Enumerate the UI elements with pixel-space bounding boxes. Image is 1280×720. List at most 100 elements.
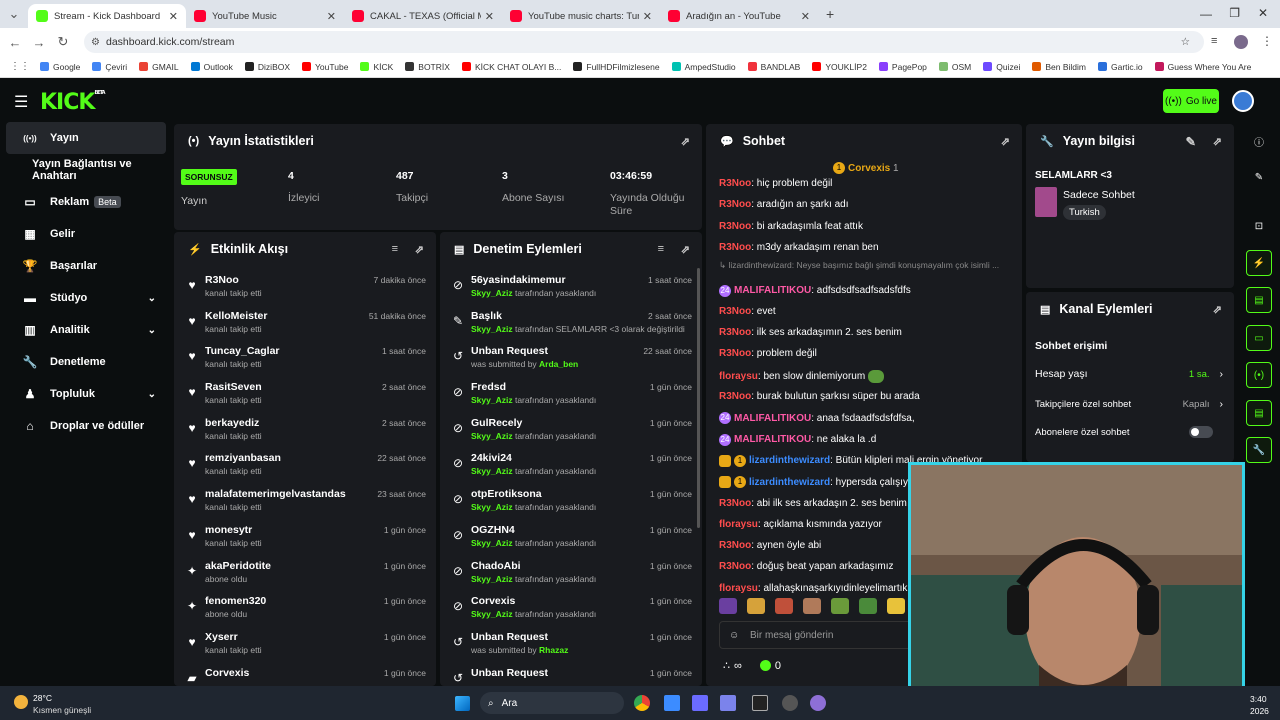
kick-coin-icon[interactable] xyxy=(759,660,771,671)
bookmark-item[interactable]: KİCK xyxy=(360,62,393,72)
chrome-icon[interactable] xyxy=(634,695,650,711)
activity-row[interactable]: ✦ akaPeridotite abone oldu 1 gün önce xyxy=(174,553,436,589)
moderation-actor[interactable]: Skyy_Aziz xyxy=(471,538,513,548)
apps-icon[interactable]: ⋮⋮ xyxy=(10,61,30,72)
moderation-actor[interactable]: Skyy_Aziz xyxy=(471,609,513,619)
pinned-gifter[interactable]: 1 Corvexis 1 xyxy=(833,162,899,174)
info-icon[interactable]: ⓘ xyxy=(1246,128,1272,154)
app-icon[interactable] xyxy=(664,695,680,711)
activity-row[interactable]: ♥ RasitSeven kanalı takip etti 2 saat önce xyxy=(174,374,436,410)
sidebar-item[interactable]: ▦ Gelir xyxy=(6,218,166,250)
chat-username[interactable]: floraysu xyxy=(719,371,758,382)
filter-icon[interactable]: ≡ xyxy=(392,243,398,255)
moderation-row[interactable]: ⊘ OGZHN4 Skyy_Aziz tarafından yasaklandı 1 … xyxy=(440,517,702,553)
chat-username[interactable]: floraysu xyxy=(719,583,758,594)
moderation-row[interactable]: ⊘ Corvexis Skyy_Aziz tarafından yasaklandı… xyxy=(440,588,702,624)
moderation-actor[interactable]: Skyy_Aziz xyxy=(471,288,513,298)
sidebar-item[interactable]: ⌂ Droplar ve ödüller xyxy=(6,410,166,442)
browser-tab[interactable]: YouTube music charts: Turkey T ✕ xyxy=(502,4,660,28)
start-icon[interactable] xyxy=(455,696,470,711)
moderation-row[interactable]: ⊘ Fredsd Skyy_Aziz tarafından yasaklandı 1 … xyxy=(440,374,702,410)
emoji-icon[interactable]: ☺ xyxy=(729,630,739,641)
popout-icon[interactable]: ⇗ xyxy=(415,243,424,256)
app-icon[interactable] xyxy=(810,695,826,711)
bookmark-item[interactable]: FullHDFilmizlesene xyxy=(573,62,660,72)
tab-close-icon[interactable]: ✕ xyxy=(327,10,336,23)
bookmark-item[interactable]: Guess Where You Are xyxy=(1154,62,1251,72)
activity-row[interactable]: ♥ remziyanbasan kanalı takip etti 22 saat ö… xyxy=(174,445,436,481)
chat-username[interactable]: R3Noo xyxy=(719,498,751,509)
activity-row[interactable]: ♥ R3Noo kanalı takip etti 7 dakika önce xyxy=(174,267,436,303)
emote-icon[interactable] xyxy=(775,598,793,614)
subs-only-toggle[interactable] xyxy=(1189,426,1213,438)
tab-close-icon[interactable]: ✕ xyxy=(643,10,652,23)
kick-logo[interactable]: KICKBETA xyxy=(40,90,106,115)
moderation-row[interactable]: ⊘ ChadoAbi Skyy_Aziz tarafından yasaklandı… xyxy=(440,553,702,589)
screenshot-icon[interactable]: ⊡ xyxy=(1246,213,1272,239)
sidebar-item[interactable]: Yayın Bağlantısı ve Anahtarı xyxy=(6,154,166,186)
sidebar-item[interactable]: ▬ Stüdyo ⌄ xyxy=(6,282,166,314)
emote-icon[interactable] xyxy=(803,598,821,614)
bolt-panel-icon[interactable]: ⚡ xyxy=(1246,250,1272,276)
chat-username[interactable]: R3Noo xyxy=(719,178,751,189)
browser-menu-icon[interactable]: ⋮ xyxy=(1261,34,1273,48)
broadcast-panel-icon[interactable]: (•) xyxy=(1246,362,1272,388)
app-icon[interactable] xyxy=(692,695,708,711)
taskbar-search[interactable]: ⌕ Ara xyxy=(480,692,624,714)
moderation-row[interactable]: ⊘ 56yasindakimemur Skyy_Aziz tarafından ya… xyxy=(440,267,702,303)
bookmark-item[interactable]: Gartic.io xyxy=(1098,62,1143,72)
moderation-row[interactable]: ⊘ 24kivi24 Skyy_Aziz tarafından yasaklandı… xyxy=(440,445,702,481)
moderation-row[interactable]: ↺ Unban Request was submitted by Rhazaz 1 g… xyxy=(440,624,702,660)
emote-icon[interactable] xyxy=(887,598,905,614)
media-control-icon[interactable]: ≡ xyxy=(1211,35,1217,47)
actions-panel-icon[interactable]: ▤ xyxy=(1246,400,1272,426)
app-icon[interactable] xyxy=(752,695,768,711)
chat-username[interactable]: R3Noo xyxy=(719,540,751,551)
popout-icon[interactable]: ⇗ xyxy=(1213,135,1222,148)
bookmark-item[interactable]: OSM xyxy=(938,62,971,72)
moderation-row[interactable]: ✎ Başlık Skyy_Aziz tarafından SELAMLARR <3… xyxy=(440,303,702,339)
pencil-icon[interactable]: ✎ xyxy=(1246,164,1272,190)
moderation-actor[interactable]: Arda_ben xyxy=(539,359,578,369)
restore-icon[interactable]: ❐ xyxy=(1229,6,1240,20)
activity-row[interactable]: ♥ Tuncay_Caglar kanalı takip etti 1 saat ön… xyxy=(174,338,436,374)
sidebar-item[interactable]: ▥ Analitik ⌄ xyxy=(6,314,166,346)
popout-icon[interactable]: ⇗ xyxy=(1001,135,1010,148)
chat-username[interactable]: MALIFALITIKOU xyxy=(734,285,811,296)
points-icon[interactable]: ∴ xyxy=(723,659,730,672)
activity-row[interactable]: ♥ Xyserr kanalı takip etti 1 gün önce xyxy=(174,624,436,660)
chat-username[interactable]: R3Noo xyxy=(719,348,751,359)
tab-search-icon[interactable]: ⌄ xyxy=(0,6,28,22)
browser-tab[interactable]: Aradığın an - YouTube ✕ xyxy=(660,4,818,28)
bookmark-item[interactable]: Outlook xyxy=(190,62,233,72)
filter-icon[interactable]: ≡ xyxy=(658,243,664,255)
bookmark-item[interactable]: DiziBOX xyxy=(244,62,290,72)
forward-icon[interactable]: → xyxy=(27,35,51,50)
sidebar-item[interactable]: ((•)) Yayın xyxy=(6,122,166,154)
chat-username[interactable]: R3Noo xyxy=(719,391,751,402)
moderation-actor[interactable]: Skyy_Aziz xyxy=(471,574,513,584)
moderation-row[interactable]: ↺ Unban Request was submitted by Arda_ben 2… xyxy=(440,338,702,374)
weather-icon[interactable] xyxy=(14,695,28,709)
reload-icon[interactable]: ↻ xyxy=(51,34,75,50)
bookmark-item[interactable]: KİCK CHAT OLAYI B... xyxy=(461,62,561,72)
app-icon[interactable] xyxy=(720,695,736,711)
emote-icon[interactable] xyxy=(747,598,765,614)
sidebar-item[interactable]: 🏆 Başarılar xyxy=(6,250,166,282)
go-live-button[interactable]: ((•)) Go live xyxy=(1163,89,1219,113)
bookmark-item[interactable]: PagePop xyxy=(878,62,927,72)
browser-tab[interactable]: Stream - Kick Dashboard ✕ xyxy=(28,4,186,28)
moderation-actor[interactable]: Skyy_Aziz xyxy=(471,466,513,476)
chat-username[interactable]: R3Noo xyxy=(719,561,751,572)
new-tab-icon[interactable]: + xyxy=(826,6,834,22)
chat-username[interactable]: MALIFALITIKOU xyxy=(734,413,811,424)
moderation-actor[interactable]: Skyy_Aziz xyxy=(471,502,513,512)
activity-row[interactable]: ♥ berkayediz kanalı takip etti 2 saat önce xyxy=(174,410,436,446)
moderation-row[interactable]: ⊘ otpErotiksona Skyy_Aziz tarafından yasak… xyxy=(440,481,702,517)
chat-username[interactable]: R3Noo xyxy=(719,242,751,253)
bookmark-item[interactable]: Google xyxy=(40,62,80,72)
chat-username[interactable]: MALIFALITIKOU xyxy=(734,434,811,445)
bookmark-item[interactable]: GMAIL xyxy=(139,62,179,72)
minimize-icon[interactable]: — xyxy=(1200,7,1212,21)
bookmark-star-icon[interactable]: ☆ xyxy=(1181,36,1190,48)
